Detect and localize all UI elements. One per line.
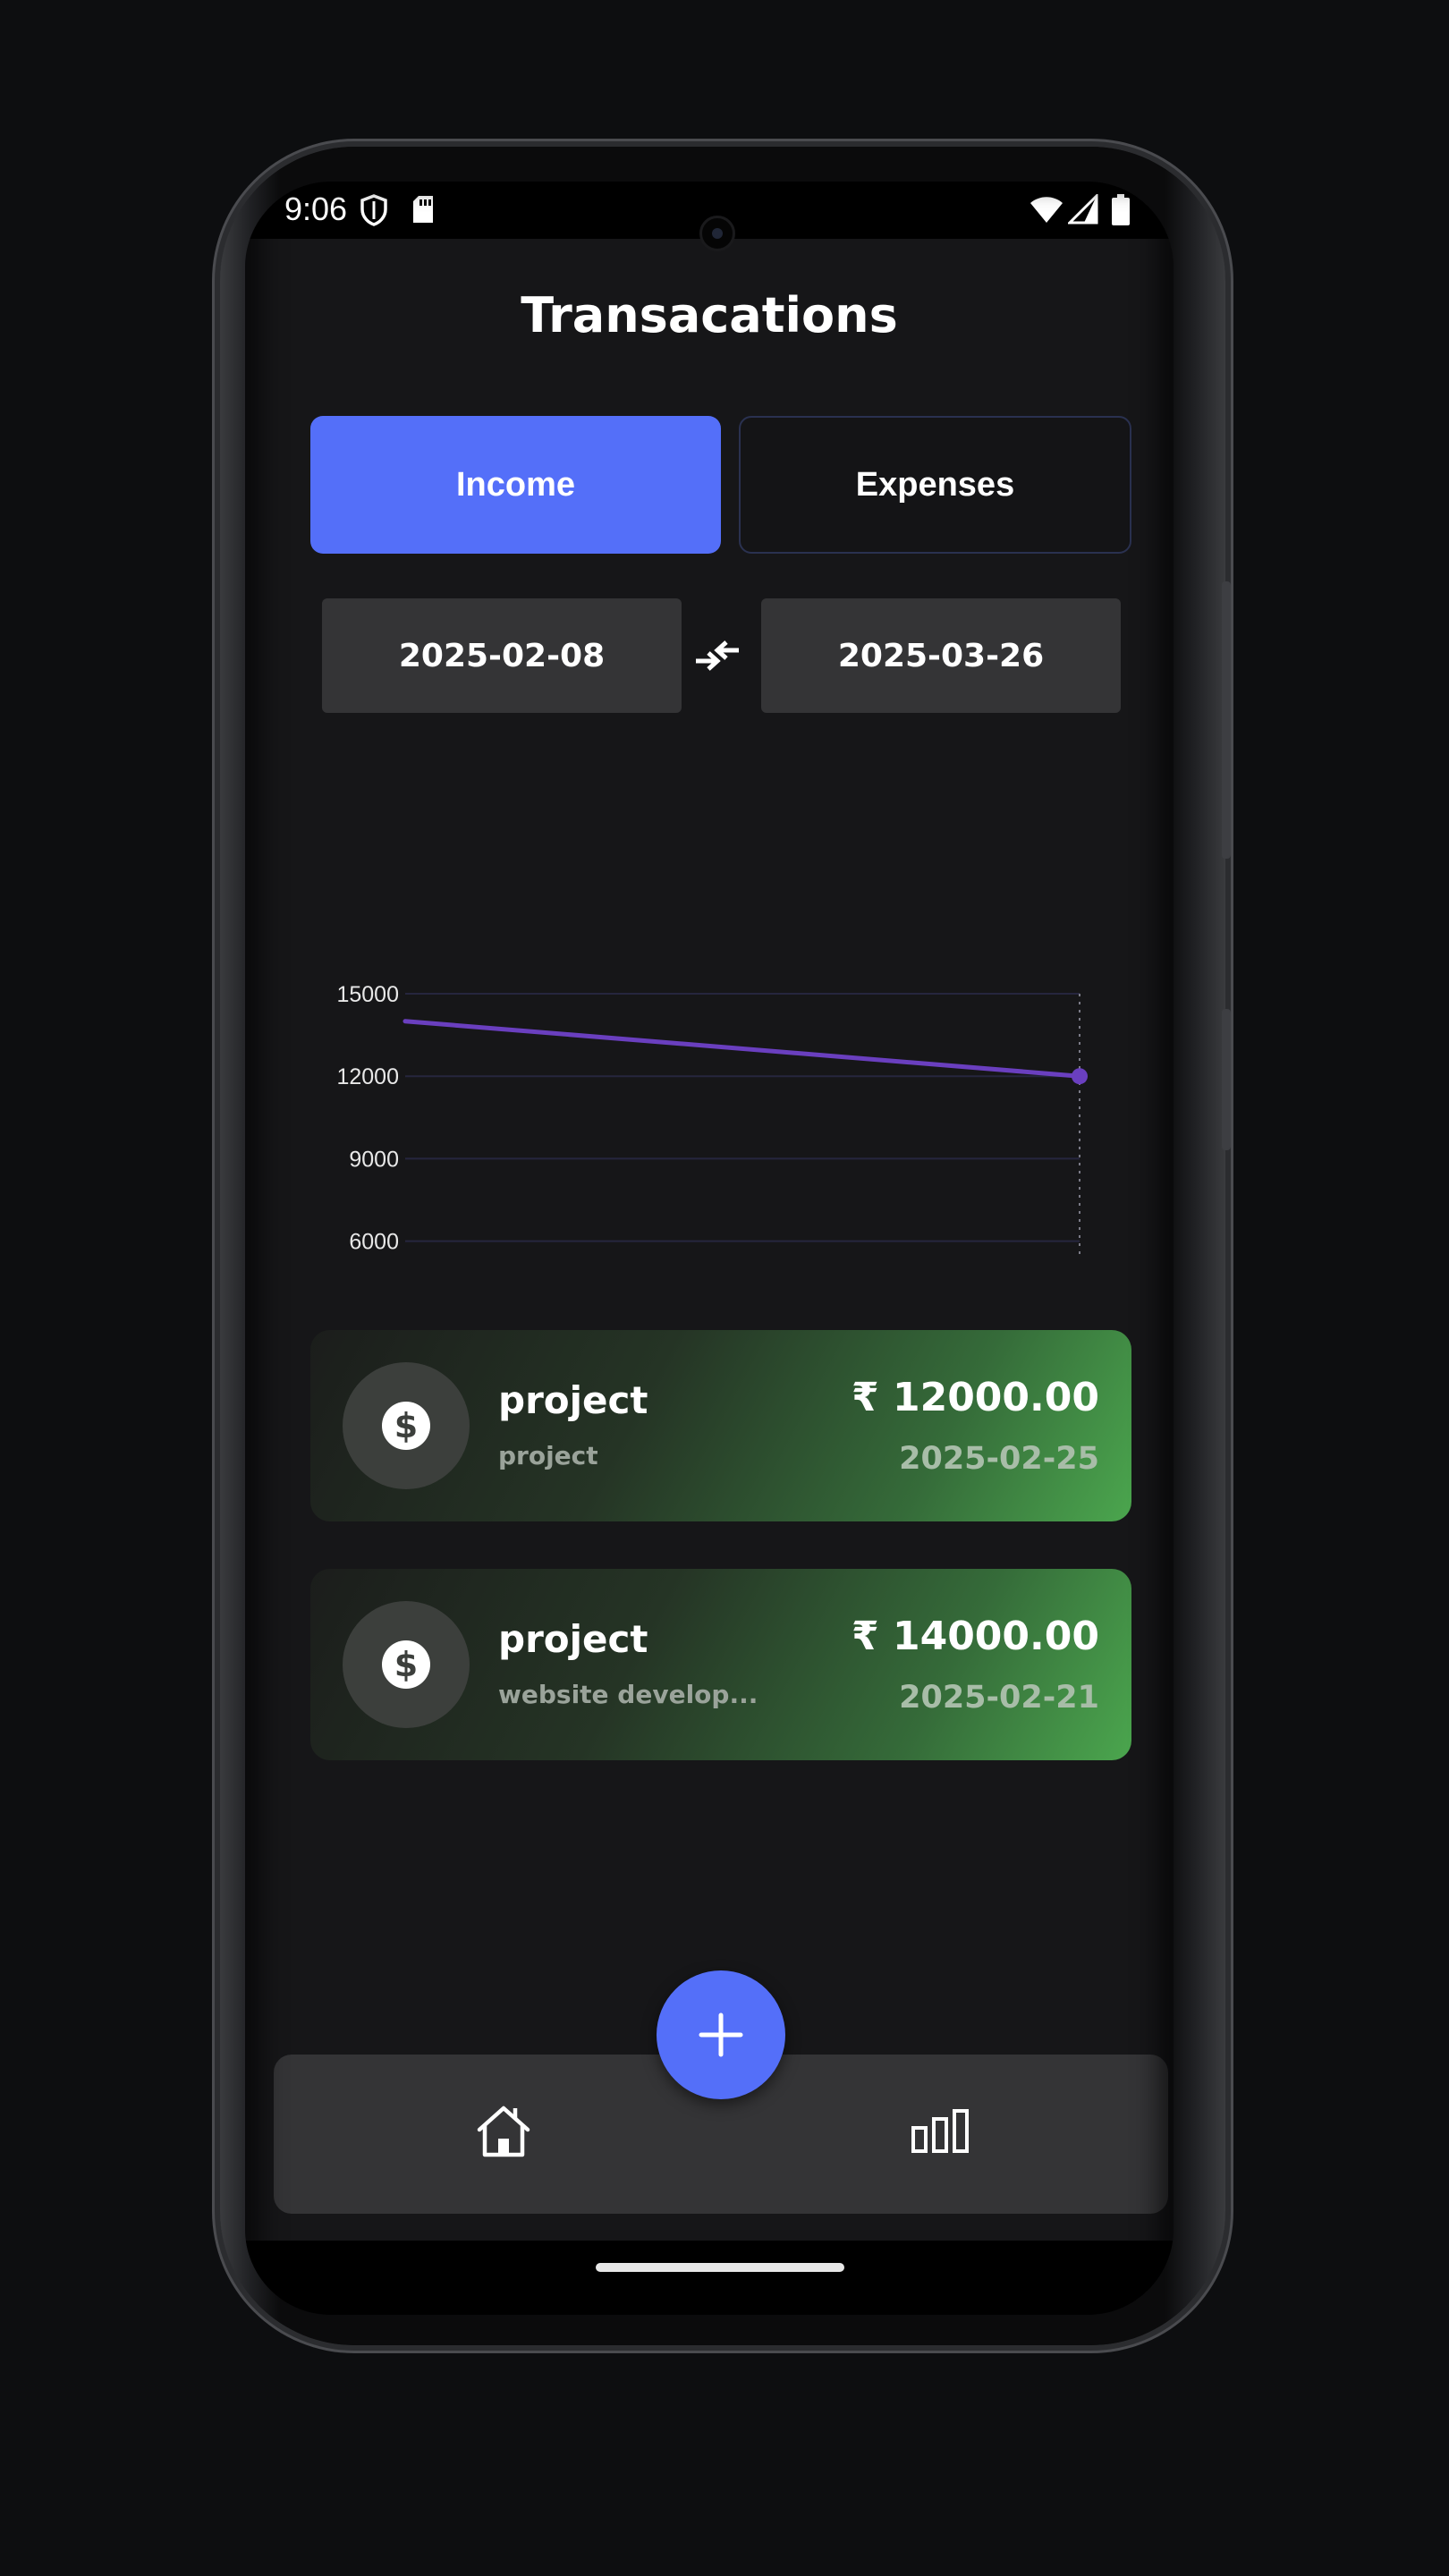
svg-text:$: $: [394, 1406, 418, 1445]
card-icon-circle: $: [343, 1601, 470, 1728]
transaction-card[interactable]: $ project project ₹ 12000.00 2025-02-25: [310, 1330, 1131, 1521]
transaction-date: 2025-02-25: [899, 1441, 1099, 1477]
home-icon[interactable]: [474, 2103, 533, 2158]
y-tick-label: 15000: [336, 982, 399, 1007]
sd-card-icon: [413, 196, 433, 223]
power-button: [1222, 1009, 1231, 1150]
transaction-title: project: [498, 1378, 648, 1422]
card-icon-circle: $: [343, 1362, 470, 1489]
end-date-button[interactable]: 2025-03-26: [761, 598, 1121, 713]
transaction-description: project: [498, 1441, 598, 1470]
transaction-date: 2025-02-21: [899, 1680, 1099, 1716]
status-time: 9:06: [284, 191, 348, 227]
income-series-line: [402, 1019, 1082, 1079]
plus-icon: [699, 2012, 743, 2057]
chart-data-point: [1072, 1068, 1088, 1085]
page-title: Transacations: [521, 287, 898, 343]
transaction-amount: ₹ 12000.00: [852, 1375, 1099, 1420]
y-tick-label: 6000: [349, 1230, 399, 1255]
front-camera: [699, 216, 735, 251]
app-screen: 9:06 Transacations Income Expenses 2025-…: [245, 182, 1174, 2315]
home-gesture-pill[interactable]: [596, 2263, 844, 2272]
battery-icon: [1112, 194, 1130, 225]
y-tick-label: 12000: [336, 1064, 399, 1089]
dollar-icon: $: [382, 1640, 430, 1689]
shield-icon: [360, 194, 387, 226]
transaction-description: website develop...: [498, 1680, 758, 1709]
stats-icon[interactable]: [911, 2108, 970, 2153]
transaction-amount: ₹ 14000.00: [852, 1614, 1099, 1659]
tab-expenses[interactable]: Expenses: [739, 416, 1131, 554]
wifi-icon: [1030, 197, 1063, 223]
system-navigation-bar: [245, 2241, 1174, 2315]
y-tick-label: 9000: [349, 1147, 399, 1172]
transaction-card[interactable]: $ project website develop... ₹ 14000.00 …: [310, 1569, 1131, 1760]
dollar-icon: $: [382, 1402, 430, 1450]
income-line-chart: 00300060009000120001500025-02-2125-02-22…: [336, 982, 1088, 1255]
volume-button: [1222, 581, 1231, 859]
svg-text:$: $: [394, 1645, 418, 1684]
cell-signal-icon: [1068, 194, 1098, 225]
compare-arrows-icon[interactable]: [692, 633, 742, 678]
tab-income[interactable]: Income: [310, 416, 721, 554]
start-date-button[interactable]: 2025-02-08: [322, 598, 682, 713]
transaction-title: project: [498, 1617, 648, 1661]
add-transaction-button[interactable]: [657, 1970, 785, 2099]
